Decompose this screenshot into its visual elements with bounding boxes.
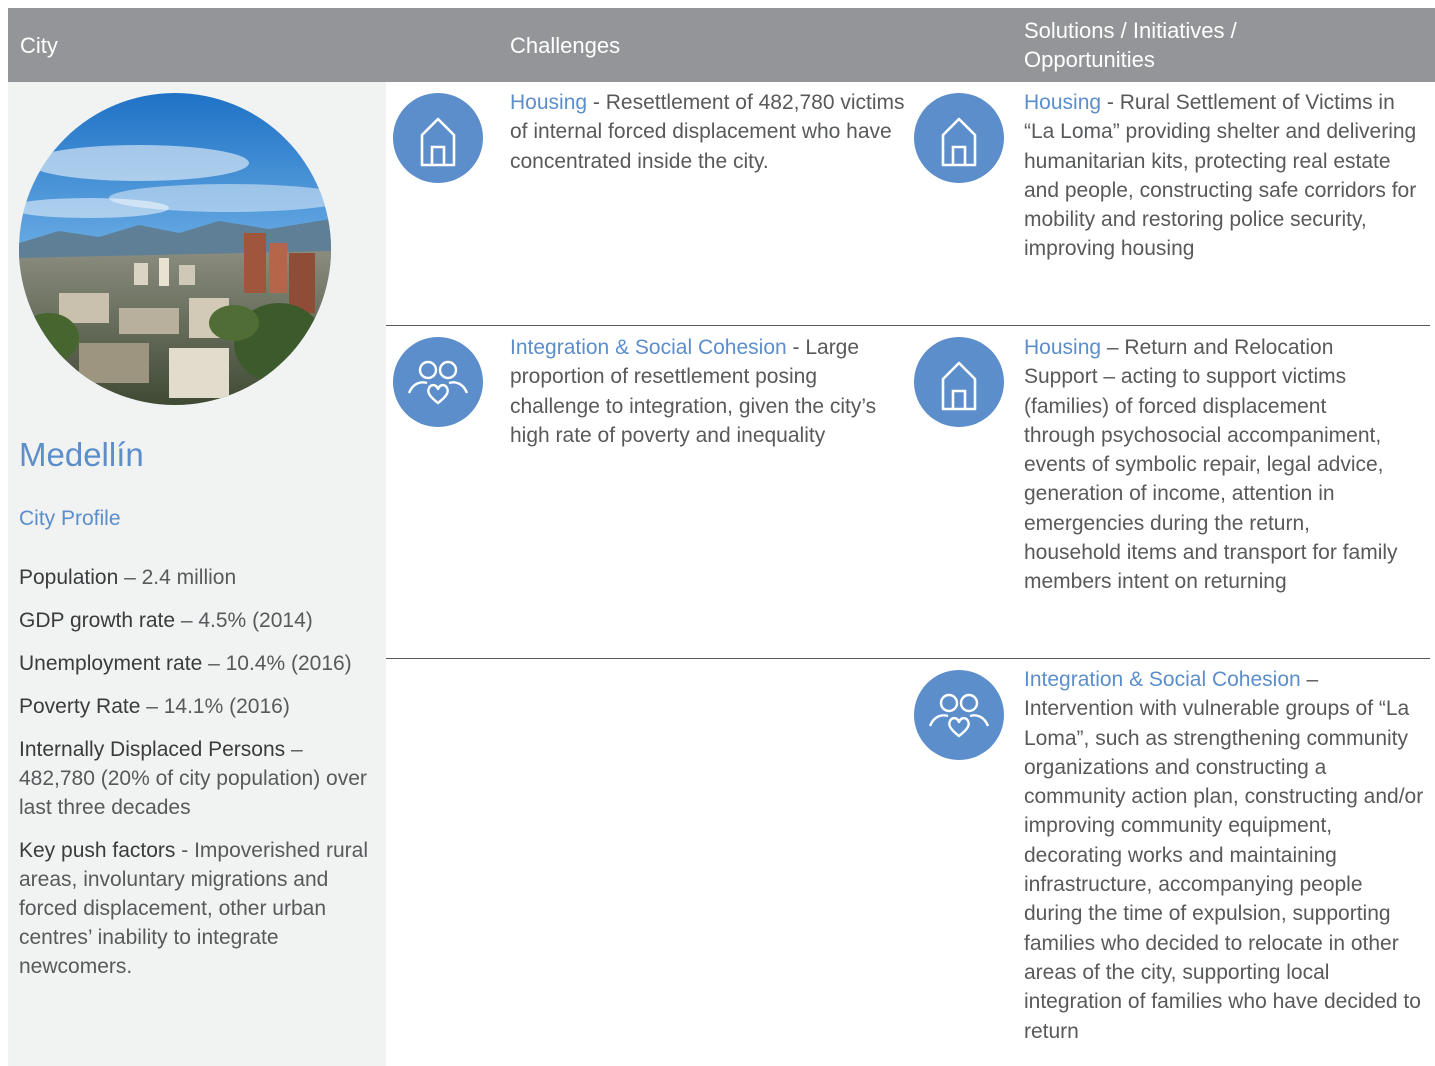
challenge-housing: Housing - Resettlement of 482,780 victim…	[510, 91, 905, 173]
stat-population: Population – 2.4 million	[19, 566, 237, 589]
solution-housing-rural-settlement: Housing - Rural Settlement of Victims in…	[1024, 91, 1417, 261]
house-icon	[393, 93, 483, 183]
row-divider	[386, 658, 1430, 659]
people-heart-icon	[914, 670, 1004, 760]
stat-idps: Internally Displaced Persons – 482,780 (…	[19, 738, 367, 819]
city-photo	[19, 93, 331, 405]
solution-integration: Integration & Social Cohesion – Interven…	[1024, 668, 1424, 1043]
stat-unemployment: Unemployment rate – 10.4% (2016)	[19, 652, 352, 675]
people-heart-icon	[393, 337, 483, 427]
stat-poverty: Poverty Rate – 14.1% (2016)	[19, 695, 290, 718]
challenge-integration: Integration & Social Cohesion - Large pr…	[510, 336, 877, 447]
row-divider	[386, 325, 1430, 326]
city-stats: Population – 2.4 million GDP growth rate…	[19, 563, 379, 995]
house-icon	[914, 337, 1004, 427]
solution-housing-return-relocation: Housing – Return and Relocation Support …	[1024, 336, 1398, 594]
city-name: Medellín	[19, 436, 144, 473]
table-header: City Challenges Solutions / Initiatives …	[8, 8, 1435, 82]
city-profile-title: City Profile	[19, 507, 121, 530]
header-solutions: Solutions / Initiatives / Opportunities	[1024, 18, 1237, 72]
house-icon	[914, 93, 1004, 183]
header-city: City	[20, 33, 58, 58]
stat-push-factors: Key push factors - Impoverished rural ar…	[19, 839, 368, 978]
stat-gdp-growth: GDP growth rate – 4.5% (2014)	[19, 609, 313, 632]
header-challenges: Challenges	[510, 33, 621, 58]
